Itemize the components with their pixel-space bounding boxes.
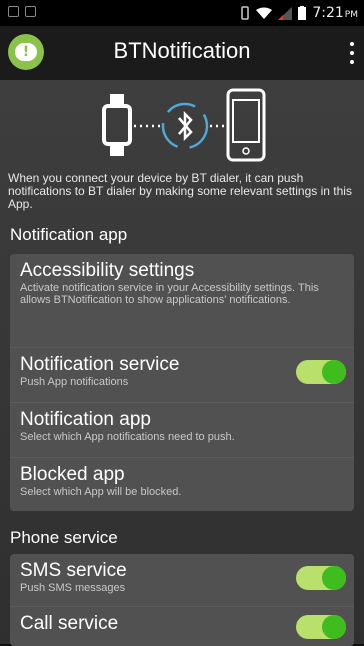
blocked-app-row[interactable]: Blocked app Select which App will be blo… xyxy=(10,457,354,511)
notification-service-row[interactable]: Notification service Push App notificati… xyxy=(10,347,354,402)
row-desc: Push App notifications xyxy=(20,376,129,388)
row-title: Blocked app xyxy=(20,464,125,485)
app-title: BTNotification xyxy=(113,38,251,63)
row-desc: Activate notification service in your Ac… xyxy=(20,282,319,306)
call-service-row[interactable]: Call service xyxy=(10,606,354,646)
section-title-phone: Phone service xyxy=(10,528,118,547)
status-bar: 7:21PM xyxy=(0,0,364,26)
system-icons: 7:21PM xyxy=(240,5,358,21)
bluetooth-icon xyxy=(161,102,209,150)
clock-time: 7:21 xyxy=(312,5,344,21)
bt-connection-illustration xyxy=(102,88,266,162)
battery-icon xyxy=(298,6,307,20)
smartwatch-icon xyxy=(102,94,132,156)
row-desc: Select which App will be blocked. xyxy=(20,486,182,498)
row-title: Notification app xyxy=(20,409,151,430)
notification-service-toggle[interactable] xyxy=(296,360,346,384)
intro-text: When you connect your device by BT diale… xyxy=(8,171,352,211)
vibrate-icon xyxy=(241,6,250,20)
app-bar: ! BTNotification xyxy=(0,26,364,80)
accessibility-settings-row[interactable]: Accessibility settings Activate notifica… xyxy=(10,254,354,347)
sms-service-toggle[interactable] xyxy=(296,566,346,590)
wifi-icon xyxy=(256,7,273,19)
row-title: Accessibility settings xyxy=(20,260,195,281)
phone-settings-card: SMS service Push SMS messages Call servi… xyxy=(10,554,354,646)
section-title-notification: Notification app xyxy=(10,225,128,244)
sms-service-row[interactable]: SMS service Push SMS messages xyxy=(10,554,354,606)
notification-app-row[interactable]: Notification app Select which App notifi… xyxy=(10,402,354,457)
smartphone-icon xyxy=(226,88,266,162)
notification-icons xyxy=(8,6,36,17)
row-desc: Select which App notifications need to p… xyxy=(20,431,235,443)
image-icon xyxy=(25,6,36,17)
clock: 7:21PM xyxy=(312,5,358,21)
signal-icon xyxy=(278,6,293,20)
call-service-toggle[interactable] xyxy=(296,615,346,639)
overflow-menu-icon[interactable] xyxy=(350,42,354,64)
settings-content[interactable]: When you connect your device by BT diale… xyxy=(0,80,364,646)
notification-settings-card: Accessibility settings Activate notifica… xyxy=(10,254,354,511)
clock-ampm: PM xyxy=(344,10,358,20)
voicemail-icon xyxy=(8,6,19,17)
row-desc: Push SMS messages xyxy=(20,582,126,594)
